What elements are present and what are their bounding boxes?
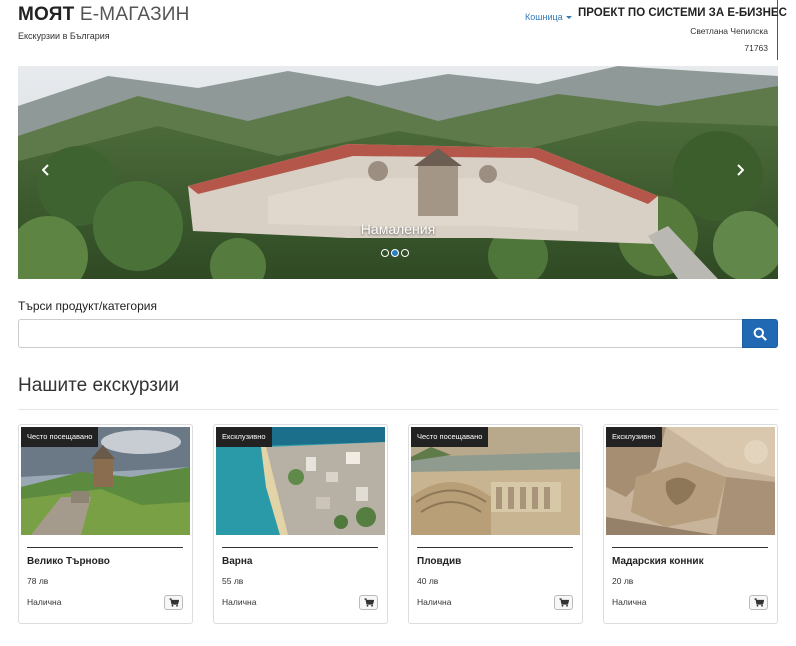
product-image[interactable]: Често посещавано <box>411 427 580 535</box>
cart-icon <box>364 598 374 607</box>
search-input[interactable] <box>18 319 742 348</box>
add-to-cart-button[interactable] <box>749 595 768 610</box>
card-divider <box>417 547 573 548</box>
cart-dropdown[interactable]: Кошница <box>525 12 572 22</box>
project-title: ПРОЕКТ ПО СИСТЕМИ ЗА Е-БИЗНЕС <box>578 7 787 19</box>
product-name[interactable]: Мадарския конник <box>612 556 704 567</box>
carousel-slide-image <box>18 66 778 279</box>
product-stock: Налична <box>27 597 62 607</box>
product-image[interactable]: Ексклузивно <box>606 427 775 535</box>
cart-dropdown-label: Кошница <box>525 12 563 22</box>
product-price: 40 лв <box>417 576 439 586</box>
product-stock: Налична <box>417 597 452 607</box>
product-card[interactable]: Ексклузивно Варна 55 лв Налична <box>213 424 388 624</box>
search-button[interactable] <box>742 319 778 348</box>
brand-title-light: Е-МАГАЗИН <box>79 4 190 25</box>
section-title: Нашите екскурзии <box>18 375 180 396</box>
brand[interactable]: МОЯТ Е-МАГАЗИН Екскурзии в България <box>18 4 190 41</box>
add-to-cart-button[interactable] <box>554 595 573 610</box>
project-info: ПРОЕКТ ПО СИСТЕМИ ЗА Е-БИЗНЕС Светлана Ч… <box>578 0 787 60</box>
carousel-next-button[interactable] <box>736 164 752 176</box>
project-id: 71763 <box>744 43 768 53</box>
chevron-left-icon <box>42 164 49 176</box>
search-icon <box>753 327 767 341</box>
product-card[interactable]: Често посещавано Пловдив 40 лв Налична <box>408 424 583 624</box>
product-stock: Налична <box>612 597 647 607</box>
brand-subtitle: Екскурзии в България <box>18 31 110 41</box>
add-to-cart-button[interactable] <box>359 595 378 610</box>
carousel-dot-1[interactable] <box>381 249 389 257</box>
product-stock: Налична <box>222 597 257 607</box>
search-form <box>18 319 778 348</box>
brand-title[interactable]: МОЯТ Е-МАГАЗИН <box>18 4 190 26</box>
brand-title-strong: МОЯТ <box>18 4 75 25</box>
cart-icon <box>169 598 179 607</box>
product-card[interactable]: Често посещавано Велико Търново 78 лв На… <box>18 424 193 624</box>
card-divider <box>27 547 183 548</box>
cart-icon <box>559 598 569 607</box>
cart-icon <box>754 598 764 607</box>
product-price: 20 лв <box>612 576 634 586</box>
product-badge: Често посещавано <box>21 427 99 447</box>
product-name[interactable]: Варна <box>222 556 253 567</box>
card-divider <box>612 547 768 548</box>
project-author: Светлана Чепилска <box>690 26 768 36</box>
product-badge: Ексклузивно <box>216 427 272 447</box>
carousel-indicators <box>381 249 409 257</box>
product-name[interactable]: Пловдив <box>417 556 461 567</box>
product-image[interactable]: Често посещавано <box>21 427 190 535</box>
carousel-prev-button[interactable] <box>42 164 58 176</box>
section-divider <box>18 409 778 410</box>
caret-down-icon <box>565 16 572 20</box>
card-divider <box>222 547 378 548</box>
product-price: 78 лв <box>27 576 49 586</box>
chevron-right-icon <box>737 164 744 176</box>
hero-carousel[interactable]: Намаления <box>18 66 778 279</box>
carousel-caption: Намаления <box>360 221 436 237</box>
product-badge: Често посещавано <box>411 427 489 447</box>
product-name[interactable]: Велико Търново <box>27 556 110 567</box>
add-to-cart-button[interactable] <box>164 595 183 610</box>
search-label: Търси продукт/категория <box>18 299 157 313</box>
product-image[interactable]: Ексклузивно <box>216 427 385 535</box>
product-badge: Ексклузивно <box>606 427 662 447</box>
product-price: 55 лв <box>222 576 244 586</box>
carousel-dot-2[interactable] <box>391 249 399 257</box>
product-card[interactable]: Ексклузивно Мадарския конник 20 лв Налич… <box>603 424 778 624</box>
carousel-dot-3[interactable] <box>401 249 409 257</box>
